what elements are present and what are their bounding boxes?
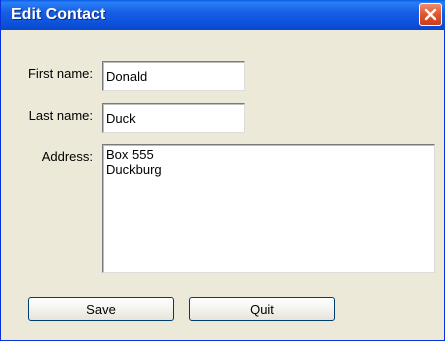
last-name-field[interactable] <box>102 103 245 133</box>
close-icon <box>424 8 437 21</box>
address-label: Address: <box>41 149 93 164</box>
save-button[interactable]: Save <box>28 297 174 321</box>
title-bar[interactable]: Edit Contact <box>1 0 445 30</box>
first-name-field[interactable] <box>102 61 245 91</box>
edit-contact-window: Edit Contact First name: Last name: Addr… <box>0 0 445 341</box>
quit-button[interactable]: Quit <box>189 297 335 321</box>
address-field[interactable]: Box 555 Duckburg <box>102 144 435 273</box>
last-name-label: Last name: <box>28 108 93 123</box>
first-name-label: First name: <box>27 66 93 81</box>
window-title: Edit Contact <box>11 6 106 23</box>
close-button[interactable] <box>419 3 442 26</box>
